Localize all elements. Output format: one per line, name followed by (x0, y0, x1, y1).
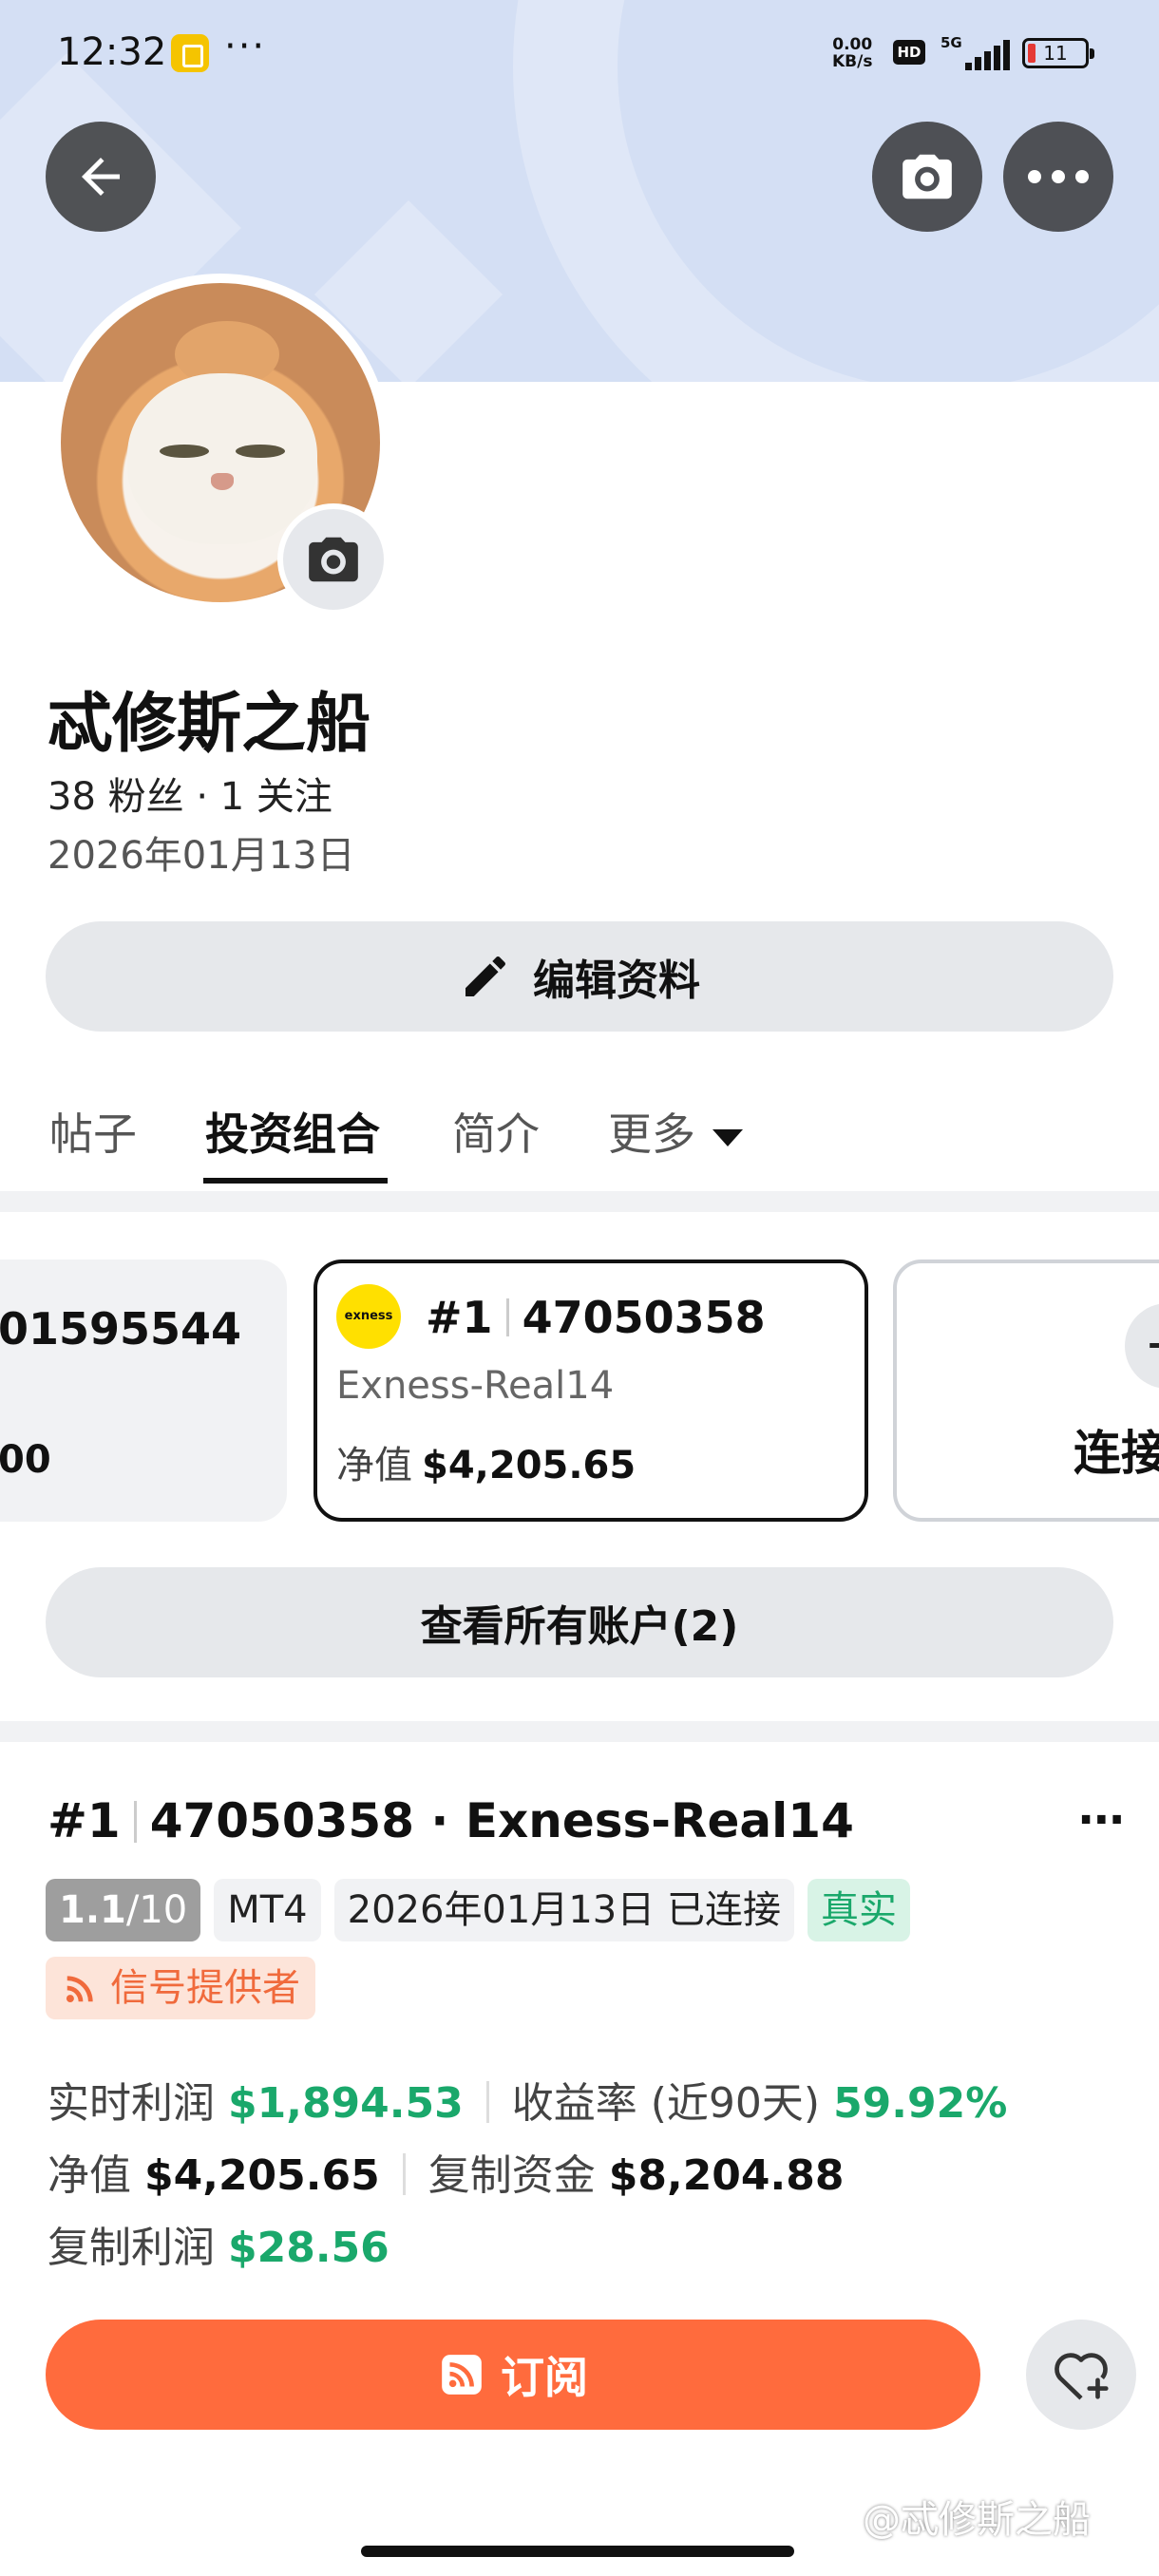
status-time: 12:32 (57, 30, 167, 74)
copy-funds-value: $8,204.88 (608, 2151, 845, 2200)
camera-icon (309, 537, 358, 582)
net-speed-unit: KB/s (832, 52, 873, 71)
avatar-camera-button[interactable] (277, 503, 390, 616)
joined-date: 2026年01月13日 (48, 834, 355, 878)
account-card-active[interactable]: exness #1 47050358 Exness-Real14 净值 $4,205… (314, 1260, 868, 1522)
exness-logo: exness (336, 1284, 401, 1349)
hd-icon: HD (893, 40, 925, 65)
view-all-accounts-button[interactable]: 查看所有账户(2) (46, 1567, 1113, 1677)
return-value: 59.92% (833, 2079, 1008, 2128)
equity-value: $4,205.65 (144, 2151, 380, 2200)
banner-camera-button[interactable] (872, 122, 982, 232)
net-speed: 0.00 KB/s (832, 36, 872, 70)
camera-icon (902, 154, 952, 199)
edit-profile-button[interactable]: 编辑资料 (46, 921, 1113, 1032)
account-title-rest: 47050358 · Exness-Real14 (149, 1793, 854, 1848)
equity-value: $4,205.65 (422, 1444, 636, 1487)
account-tags: 1.1/10 MT4 2026年01月13日 已连接 真实 (46, 1879, 910, 1945)
status-bar: 12:32 ··· 0.00 KB/s HD 5G 11 (0, 0, 1159, 104)
level-badge: 1.1/10 (46, 1879, 201, 1941)
account-more-button[interactable]: ··· (1077, 1793, 1126, 1847)
signal-provider-label: 信号提供者 (110, 1966, 300, 2010)
back-arrow-icon (82, 158, 120, 196)
account-rank: #1 (48, 1793, 121, 1848)
signal-strength-icon (960, 40, 1010, 70)
account-card-previous[interactable]: 01595544 00 (0, 1260, 287, 1522)
signal-provider-tag: 信号提供者 (46, 1957, 315, 2019)
pencil-icon (466, 956, 505, 996)
realtime-profit-value: $1,894.53 (228, 2079, 464, 2128)
tab-portfolio[interactable]: 投资组合 (205, 1100, 380, 1163)
caret-down-icon (712, 1128, 743, 1146)
copy-profit-value: $28.56 (228, 2224, 390, 2272)
more-options-button[interactable] (1003, 122, 1113, 232)
notification-app-icon (171, 34, 209, 72)
return-label: 收益率 (近90天) (511, 2079, 821, 2128)
follow-stats[interactable]: 38 粉丝 · 1 关注 (48, 766, 332, 821)
plus-icon: + (1125, 1303, 1159, 1389)
home-indicator[interactable] (361, 2546, 794, 2557)
metrics-row-2: 净值 $4,205.65 复制资金 $8,204.88 (48, 2141, 845, 2202)
subscribe-label: 订阅 (501, 2352, 588, 2403)
copy-profit-label: 复制利润 (48, 2224, 215, 2272)
active-tab-indicator (203, 1178, 388, 1184)
tab-posts[interactable]: 帖子 (49, 1100, 137, 1163)
real-account-tag: 真实 (807, 1879, 910, 1941)
tab-more[interactable]: 更多 (608, 1100, 743, 1163)
subscribe-button[interactable]: 订阅 (46, 2320, 980, 2430)
watermark: @忒修斯之船 (863, 2498, 1091, 2542)
net-speed-value: 0.00 (832, 35, 873, 54)
edit-profile-label: 编辑资料 (533, 957, 700, 1005)
platform-tag: MT4 (214, 1879, 321, 1941)
metrics-row-3: 复制利润 $28.56 (48, 2213, 390, 2274)
realtime-profit-label: 实时利润 (48, 2079, 215, 2128)
rss-icon (66, 1976, 93, 2003)
account-number: 47050358 (522, 1292, 766, 1343)
tab-more-label: 更多 (608, 1108, 695, 1160)
profile-tabs: 帖子 投资组合 简介 更多 (0, 1083, 1159, 1189)
profile-name: 忒修斯之船 (48, 687, 371, 762)
equity-label: 净值 (336, 1444, 412, 1487)
account-equity: 净值 $4,205.65 (336, 1434, 636, 1489)
level-max: /10 (125, 1888, 188, 1932)
heart-plus-icon (1054, 2353, 1109, 2400)
account-card-header: #1 47050358 (426, 1292, 766, 1343)
tab-intro[interactable]: 简介 (452, 1100, 540, 1163)
metrics-row-1: 实时利润 $1,894.53 收益率 (近90天) 59.92% (48, 2069, 1007, 2130)
section-divider (0, 1721, 1159, 1742)
connect-account-card[interactable]: + 连接 (893, 1260, 1159, 1522)
subscribe-rss-icon (442, 2355, 482, 2395)
favorite-button[interactable] (1026, 2320, 1136, 2430)
equity-label: 净值 (48, 2151, 131, 2200)
connected-date-tag: 2026年01月13日 已连接 (333, 1879, 794, 1941)
account-number: 01595544 (0, 1303, 242, 1354)
section-divider (0, 1191, 1159, 1212)
account-detail-title: #1 47050358 · Exness-Real14 (48, 1793, 854, 1848)
account-rank: #1 (426, 1292, 493, 1343)
connect-label: 连接 (1074, 1426, 1159, 1481)
account-equity: 00 (0, 1438, 51, 1482)
back-button[interactable] (46, 122, 156, 232)
more-icon (1028, 170, 1089, 183)
level-value: 1.1 (59, 1888, 126, 1932)
battery-icon: 11 (1022, 38, 1094, 68)
status-more-dots: ··· (224, 25, 267, 68)
copy-funds-label: 复制资金 (428, 2151, 596, 2200)
account-server: Exness-Real14 (336, 1364, 615, 1408)
